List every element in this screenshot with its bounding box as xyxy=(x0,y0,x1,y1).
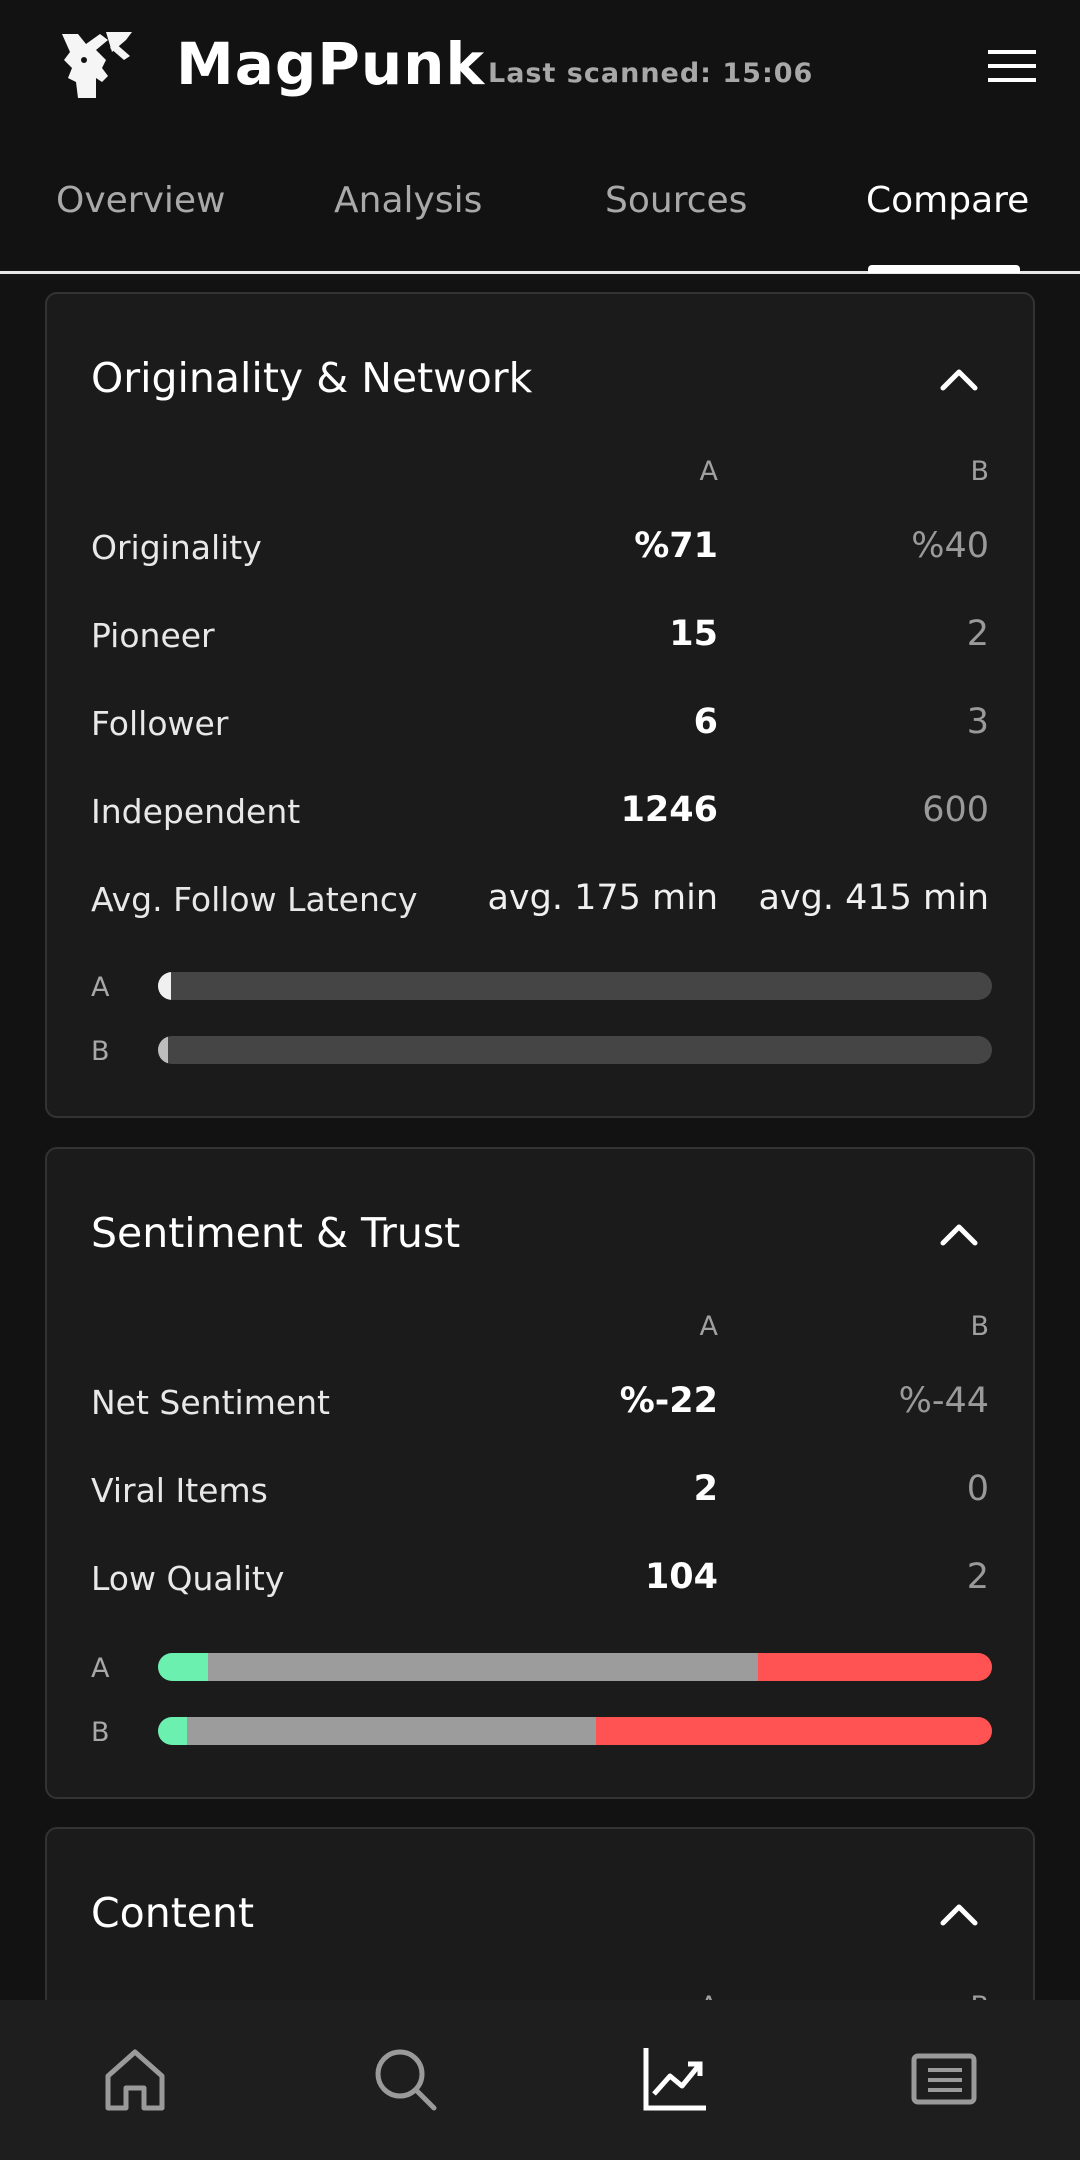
tab-overview[interactable]: Overview xyxy=(56,180,226,221)
goat-logo-icon xyxy=(62,32,132,98)
metric-value-b: 0 xyxy=(966,1469,989,1509)
metric-label: Follower xyxy=(91,704,229,743)
section-title: Sentiment & Trust xyxy=(91,1209,461,1257)
metric-value-a: 104 xyxy=(644,1557,718,1597)
newspaper-icon[interactable] xyxy=(908,2044,978,2114)
metric-value-a: %-22 xyxy=(619,1381,718,1421)
metric-value-b: avg. 415 min xyxy=(758,878,989,918)
sentiment-bar-b xyxy=(158,1717,992,1745)
app-header: MagPunk Last scanned: 15:06 xyxy=(0,0,1080,140)
sentiment-negative-segment xyxy=(595,1717,992,1745)
active-tab-indicator xyxy=(868,265,1020,273)
sentiment-trust-card: Sentiment & Trust A B Net Sentiment %-22… xyxy=(45,1147,1035,1799)
sentiment-neutral-segment xyxy=(187,1717,596,1745)
metric-value-b: %40 xyxy=(911,526,989,566)
chevron-up-icon[interactable] xyxy=(939,1901,979,1927)
sentiment-bar-a xyxy=(158,1653,992,1681)
latency-bar-fill xyxy=(158,1036,168,1064)
metric-label: Avg. Follow Latency xyxy=(91,880,418,919)
metric-value-b: 2 xyxy=(966,1557,989,1597)
tab-bar: Overview Analysis Sources Compare xyxy=(0,150,1080,274)
chevron-up-icon[interactable] xyxy=(939,366,979,392)
bar-label-a: A xyxy=(91,1653,110,1684)
section-title: Content xyxy=(91,1889,255,1937)
metric-value-a: 1246 xyxy=(620,790,718,830)
metric-label: Pioneer xyxy=(91,616,215,655)
column-header-a: A xyxy=(699,1311,718,1342)
metric-label: Viral Items xyxy=(91,1471,268,1510)
metric-value-a: 15 xyxy=(669,614,718,654)
column-header-b: B xyxy=(970,1311,989,1342)
tab-compare[interactable]: Compare xyxy=(866,180,1029,221)
home-icon[interactable] xyxy=(100,2044,170,2114)
metric-value-b: %-44 xyxy=(898,1381,989,1421)
bar-label-a: A xyxy=(91,972,110,1003)
tab-analysis[interactable]: Analysis xyxy=(334,180,482,221)
chevron-up-icon[interactable] xyxy=(939,1221,979,1247)
section-title: Originality & Network xyxy=(91,354,533,402)
metric-label: Originality xyxy=(91,528,262,567)
column-header-a: A xyxy=(699,456,718,487)
hamburger-menu-icon[interactable] xyxy=(986,46,1038,86)
latency-bar-a xyxy=(158,972,992,1000)
metric-value-a: avg. 175 min xyxy=(487,878,718,918)
search-icon[interactable] xyxy=(370,2044,440,2114)
latency-bar-b xyxy=(158,1036,992,1064)
sentiment-neutral-segment xyxy=(208,1653,759,1681)
metric-label: Low Quality xyxy=(91,1559,285,1598)
metric-value-a: %71 xyxy=(634,526,718,566)
metric-label: Independent xyxy=(91,792,301,831)
sentiment-negative-segment xyxy=(758,1653,992,1681)
metric-value-a: 2 xyxy=(693,1469,718,1509)
bar-label-b: B xyxy=(91,1717,110,1748)
last-scanned-timestamp: Last scanned: 15:06 xyxy=(488,58,814,89)
metric-label: Net Sentiment xyxy=(91,1383,330,1422)
originality-network-card: Originality & Network A B Originality %7… xyxy=(45,292,1035,1118)
latency-bar-fill xyxy=(158,972,171,1000)
metric-value-b: 2 xyxy=(966,614,989,654)
bottom-navigation xyxy=(0,2000,1080,2160)
chart-trend-icon[interactable] xyxy=(640,2044,710,2114)
metric-value-b: 3 xyxy=(966,702,989,742)
column-header-b: B xyxy=(970,456,989,487)
sentiment-positive-segment xyxy=(158,1717,188,1745)
tab-sources[interactable]: Sources xyxy=(605,180,747,221)
sentiment-positive-segment xyxy=(158,1653,209,1681)
bar-label-b: B xyxy=(91,1036,110,1067)
metric-value-b: 600 xyxy=(922,790,989,830)
metric-value-a: 6 xyxy=(693,702,718,742)
app-title: MagPunk xyxy=(176,30,486,98)
